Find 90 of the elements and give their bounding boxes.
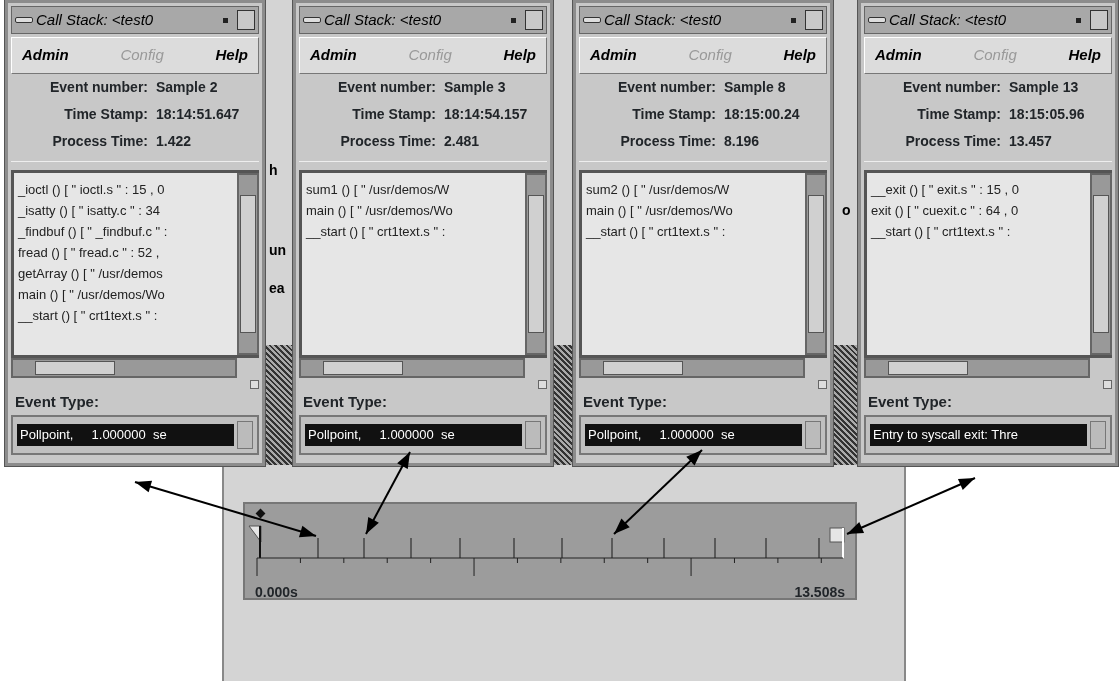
maximize-icon[interactable] [525, 10, 543, 30]
field-value: 8.196 [724, 131, 761, 151]
menu-item[interactable]: Help [503, 44, 536, 67]
vertical-scrollbar[interactable] [525, 172, 547, 355]
stack-frame[interactable]: __exit () [ " exit.s " : 15 , 0 [871, 178, 1086, 200]
stack-frame[interactable]: __start () [ " crt1text.s " : [306, 220, 521, 242]
field-value: 18:15:05.96 [1009, 104, 1086, 124]
event-type-field[interactable]: Pollpoint, 1.000000 se [17, 424, 234, 446]
stack-frame[interactable]: fread () [ " fread.c " : 52 , [18, 241, 233, 263]
text-fragment: h [269, 161, 278, 180]
stack-frame[interactable]: sum2 () [ " /usr/demos/W [586, 178, 801, 200]
menu-item[interactable]: Help [215, 44, 248, 67]
menu-item[interactable]: Help [783, 44, 816, 67]
field-label: Event number: [902, 77, 1001, 97]
field-value: Sample 13 [1009, 77, 1080, 97]
horizontal-scrollbar[interactable] [11, 357, 237, 378]
horizontal-scrollbar[interactable] [864, 357, 1090, 378]
event-type-label: Event Type: [302, 391, 388, 412]
stack-frame[interactable]: __start () [ " crt1text.s " : [871, 220, 1086, 242]
stack-frame[interactable]: __start () [ " crt1text.s " : [18, 304, 233, 326]
vertical-scrollbar[interactable] [805, 172, 827, 355]
menu-item[interactable]: Admin [22, 44, 69, 67]
minimize-icon[interactable] [511, 17, 516, 23]
stack-frame[interactable]: exit () [ " cuexit.c " : 64 , 0 [871, 199, 1086, 221]
stack-frame[interactable]: _findbuf () [ " _findbuf.c " : [18, 220, 233, 242]
resize-handle-icon[interactable] [818, 379, 827, 389]
window-title: Call Stack: <test0 [889, 9, 1008, 30]
window-menu-icon[interactable] [868, 17, 886, 23]
event-type-field[interactable]: Entry to syscall exit: Thre [870, 424, 1087, 446]
menu-item[interactable]: Help [1068, 44, 1101, 67]
axis-label: 13.508s [794, 583, 845, 602]
menu-item[interactable]: Admin [310, 44, 357, 67]
field-label: Process Time: [51, 131, 148, 151]
maximize-icon[interactable] [1090, 10, 1108, 30]
field-label: Time Stamp: [916, 104, 1001, 124]
field-value: 1.422 [156, 131, 193, 151]
horizontal-scrollbar[interactable] [299, 357, 525, 378]
minimize-icon[interactable] [791, 17, 796, 23]
field-label: Time Stamp: [63, 104, 148, 124]
field-value: Sample 8 [724, 77, 787, 97]
field-label: Event number: [617, 77, 716, 97]
event-type-label: Event Type: [582, 391, 668, 412]
event-type-label: Event Type: [14, 391, 100, 412]
vertical-scrollbar[interactable] [237, 172, 259, 355]
event-type-label: Event Type: [867, 391, 953, 412]
event-type-field[interactable]: Pollpoint, 1.000000 se [585, 424, 802, 446]
minimize-icon[interactable] [1076, 17, 1081, 23]
window-title: Call Stack: <test0 [36, 9, 155, 30]
resize-handle-icon[interactable] [1103, 379, 1112, 389]
field-value: 18:14:51.647 [156, 104, 241, 124]
maximize-icon[interactable] [805, 10, 823, 30]
window-title: Call Stack: <test0 [324, 9, 443, 30]
window-menu-icon[interactable] [303, 17, 321, 23]
window-title: Call Stack: <test0 [604, 9, 723, 30]
field-value: Sample 3 [444, 77, 507, 97]
resize-handle-icon[interactable] [250, 379, 259, 389]
stack-frame[interactable]: _isatty () [ " isatty.c " : 34 [18, 199, 233, 221]
stack-frame[interactable]: _ioctl () [ " ioctl.s " : 15 , 0 [18, 178, 233, 200]
axis-label: 0.000s [255, 583, 298, 602]
field-label: Event number: [49, 77, 148, 97]
field-value: 18:15:00.24 [724, 104, 801, 124]
stack-frame[interactable]: main () [ " /usr/demos/Wo [18, 283, 233, 305]
field-label: Process Time: [619, 131, 716, 151]
field-value: 2.481 [444, 131, 481, 151]
window-menu-icon[interactable] [15, 17, 33, 23]
horizontal-scrollbar[interactable] [579, 357, 805, 378]
field-value: 13.457 [1009, 131, 1053, 151]
field-label: Process Time: [339, 131, 436, 151]
field-label: Process Time: [904, 131, 1001, 151]
field-label: Time Stamp: [351, 104, 436, 124]
stack-frame[interactable]: getArray () [ " /usr/demos [18, 262, 233, 284]
field-value: 18:14:54.157 [444, 104, 529, 124]
event-type-field[interactable]: Pollpoint, 1.000000 se [305, 424, 522, 446]
minimize-icon[interactable] [223, 17, 228, 23]
text-fragment: un [269, 241, 287, 260]
menu-item[interactable]: Admin [875, 44, 922, 67]
field-label: Time Stamp: [631, 104, 716, 124]
field-label: Event number: [337, 77, 436, 97]
resize-handle-icon[interactable] [538, 379, 547, 389]
window-menu-icon[interactable] [583, 17, 601, 23]
text-fragment: o [842, 201, 851, 220]
text-fragment: ea [269, 279, 285, 298]
vertical-scrollbar[interactable] [1090, 172, 1112, 355]
stack-frame[interactable]: main () [ " /usr/demos/Wo [306, 199, 521, 221]
stack-frame[interactable]: __start () [ " crt1text.s " : [586, 220, 801, 242]
field-value: Sample 2 [156, 77, 219, 97]
stack-frame[interactable]: main () [ " /usr/demos/Wo [586, 199, 801, 221]
stack-frame[interactable]: sum1 () [ " /usr/demos/W [306, 178, 521, 200]
menu-item[interactable]: Admin [590, 44, 637, 67]
maximize-icon[interactable] [237, 10, 255, 30]
